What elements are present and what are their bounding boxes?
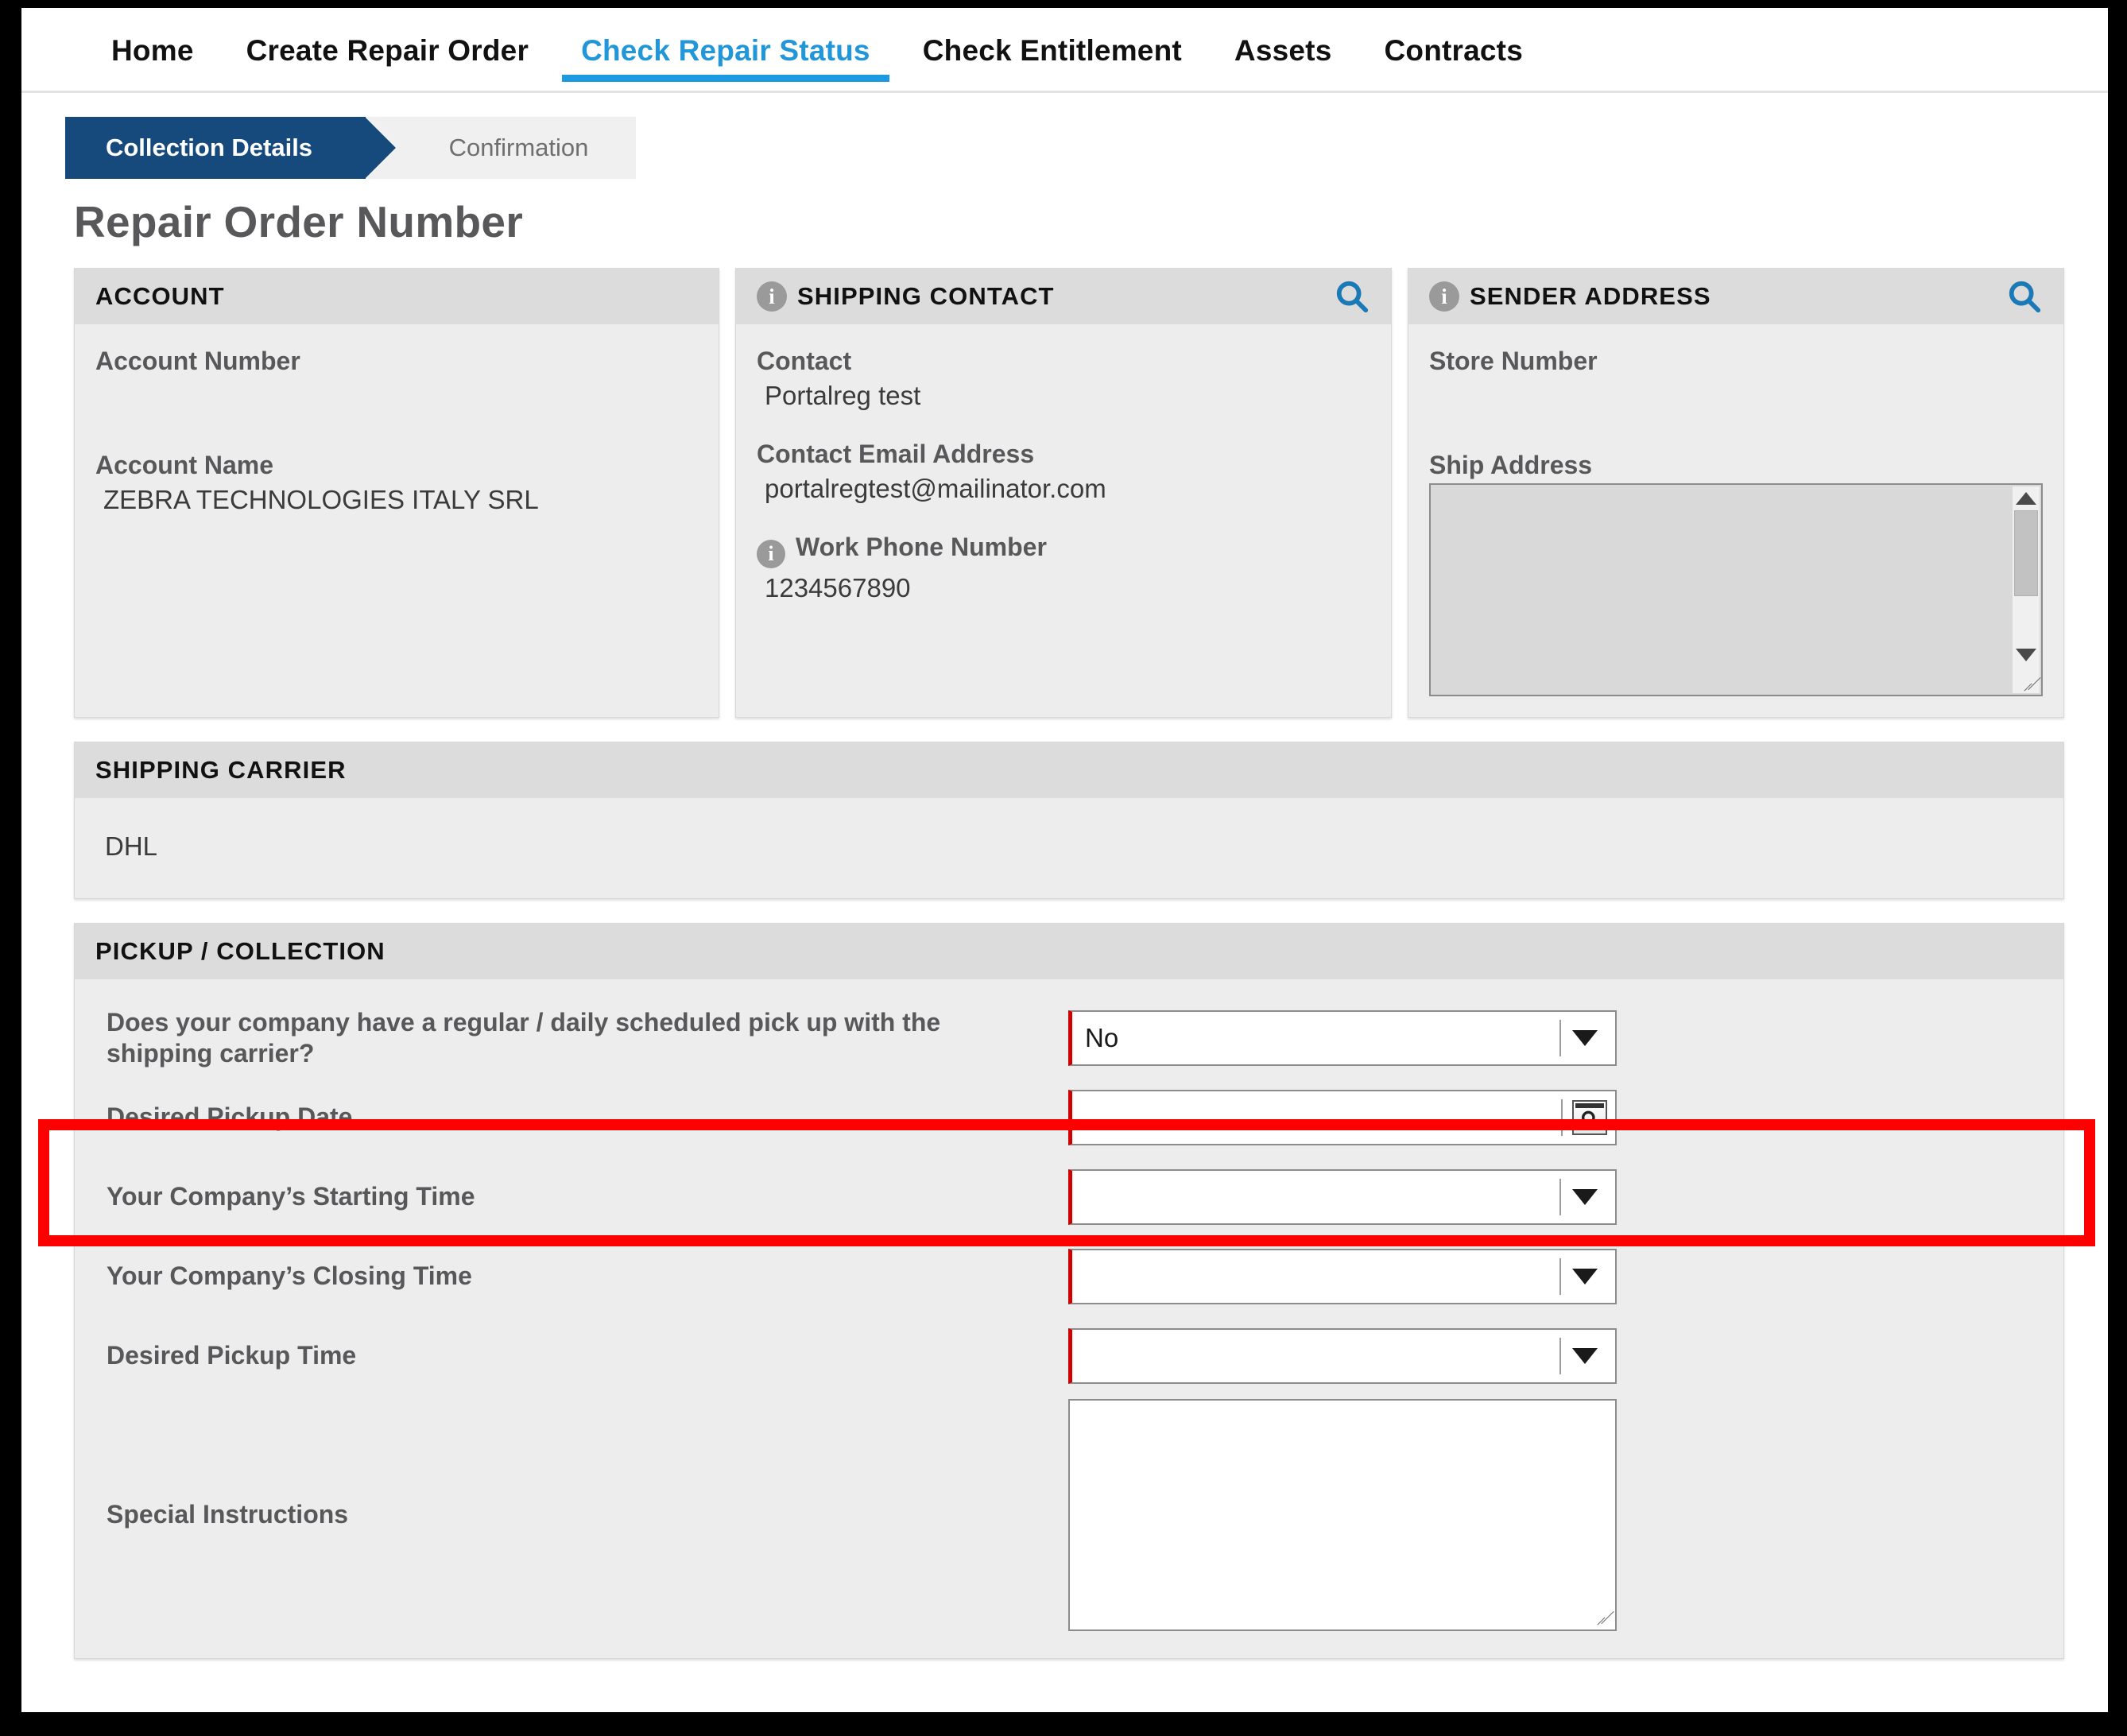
contact-label: Contact — [757, 347, 852, 375]
step-collection-details[interactable]: Collection Details — [65, 117, 396, 179]
row-desired-pickup-time: Desired Pickup Time — [95, 1316, 2043, 1396]
work-phone-label-text: Work Phone Number — [796, 533, 1047, 561]
section-pickup-collection-body: Does your company have a regular / daily… — [75, 979, 2063, 1658]
closing-time-select[interactable] — [1068, 1249, 1617, 1304]
panel-shipping-contact-header: i SHIPPING CONTACT — [736, 269, 1391, 324]
section-shipping-carrier: SHIPPING CARRIER DHL — [74, 742, 2064, 899]
desired-pickup-time-control — [1068, 1328, 2043, 1384]
desired-pickup-time-select[interactable] — [1068, 1328, 1617, 1384]
select-separator — [1559, 1020, 1561, 1056]
select-separator — [1559, 1338, 1561, 1374]
desired-pickup-date-label: Desired Pickup Date — [107, 1102, 353, 1132]
closing-time-control — [1068, 1249, 2043, 1304]
section-pickup-collection-title: PICKUP / COLLECTION — [95, 937, 385, 965]
search-icon[interactable] — [2006, 278, 2043, 315]
nav-item-check-entitlement[interactable]: Check Entitlement — [897, 8, 1208, 91]
input-separator — [1561, 1099, 1563, 1136]
scrollbar-thumb[interactable] — [2014, 510, 2038, 596]
step-confirmation[interactable]: Confirmation — [366, 117, 636, 179]
panel-sender-address-title: SENDER ADDRESS — [1470, 282, 1711, 310]
select-separator — [1559, 1179, 1561, 1215]
panel-account: ACCOUNT Account Number Account Name ZEBR… — [74, 268, 719, 718]
scroll-up-arrow-icon[interactable] — [2016, 492, 2036, 505]
row-closing-time: Your Company’s Closing Time — [95, 1237, 2043, 1316]
closing-time-label: Your Company’s Closing Time — [107, 1261, 472, 1291]
desired-pickup-date-input[interactable] — [1068, 1090, 1617, 1145]
chevron-down-icon[interactable] — [1572, 1189, 1598, 1205]
main-navigation: Home Create Repair Order Check Repair St… — [21, 8, 2108, 93]
search-icon[interactable] — [1334, 278, 1370, 315]
panel-sender-address-body: Store Number Ship Address — [1408, 324, 2063, 717]
nav-item-create-repair-order[interactable]: Create Repair Order — [220, 8, 555, 91]
step-confirmation-label: Confirmation — [448, 134, 589, 161]
contact-email-value: portalregtest@mailinator.com — [765, 474, 1106, 503]
nav-item-check-repair-status[interactable]: Check Repair Status — [555, 8, 897, 91]
nav-item-contracts[interactable]: Contracts — [1358, 8, 1549, 91]
resize-handle-icon[interactable] — [1592, 1608, 1611, 1627]
screenshot-frame: Home Create Repair Order Check Repair St… — [0, 0, 2127, 1736]
scheduled-pickup-label: Does your company have a regular / daily… — [107, 1007, 941, 1068]
row-desired-pickup-date: Desired Pickup Date — [95, 1078, 2043, 1157]
work-phone-label: i Work Phone Number — [757, 533, 1370, 568]
section-pickup-collection: PICKUP / COLLECTION Does your company ha… — [74, 923, 2064, 1659]
panel-account-body: Account Number Account Name ZEBRA TECHNO… — [75, 324, 719, 652]
special-instructions-textarea[interactable] — [1068, 1399, 1617, 1631]
row-special-instructions: Special Instructions — [95, 1396, 2043, 1634]
resize-handle-icon[interactable] — [2019, 674, 2038, 693]
store-number-value — [1437, 381, 2043, 413]
account-name-value: ZEBRA TECHNOLOGIES ITALY SRL — [103, 485, 539, 514]
step-collection-details-label: Collection Details — [105, 134, 313, 161]
section-pickup-collection-header: PICKUP / COLLECTION — [75, 924, 2063, 979]
scroll-down-arrow-icon[interactable] — [2016, 649, 2036, 661]
scheduled-pickup-select[interactable]: No — [1068, 1010, 1617, 1066]
starting-time-label: Your Company’s Starting Time — [107, 1182, 475, 1211]
info-icon: i — [757, 540, 785, 568]
row-scheduled-pickup: Does your company have a regular / daily… — [95, 998, 2043, 1078]
chevron-down-icon[interactable] — [1572, 1269, 1598, 1285]
chevron-down-icon[interactable] — [1572, 1348, 1598, 1364]
account-number-value — [103, 381, 698, 413]
info-icon: i — [1429, 281, 1459, 312]
scheduled-pickup-value: No — [1085, 1023, 1119, 1052]
info-icon: i — [757, 281, 787, 312]
contact-value: Portalreg test — [765, 381, 921, 410]
work-phone-value: 1234567890 — [765, 573, 911, 603]
ship-address-scrollbar[interactable] — [2013, 486, 2040, 693]
scheduled-pickup-control: No — [1068, 1010, 2043, 1066]
account-name-label: Account Name — [95, 451, 274, 479]
store-number-label: Store Number — [1429, 347, 1598, 375]
panel-shipping-contact: i SHIPPING CONTACT Contact Portalreg tes… — [735, 268, 1392, 718]
starting-time-control — [1068, 1169, 2043, 1225]
panel-sender-address: i SENDER ADDRESS Store Number Ship Addre… — [1408, 268, 2064, 718]
select-separator — [1559, 1258, 1561, 1295]
browser-page: Home Create Repair Order Check Repair St… — [21, 8, 2108, 1712]
row-starting-time: Your Company’s Starting Time — [95, 1157, 2043, 1237]
account-number-label: Account Number — [95, 347, 300, 375]
special-instructions-control — [1068, 1399, 2043, 1631]
page-title: Repair Order Number — [74, 197, 524, 246]
nav-item-assets[interactable]: Assets — [1208, 8, 1358, 91]
contact-email-label: Contact Email Address — [757, 440, 1035, 468]
detail-panels: ACCOUNT Account Number Account Name ZEBR… — [74, 268, 2064, 718]
section-shipping-carrier-title: SHIPPING CARRIER — [95, 756, 347, 784]
chevron-down-icon[interactable] — [1572, 1030, 1598, 1046]
section-shipping-carrier-header: SHIPPING CARRIER — [75, 742, 2063, 798]
special-instructions-label: Special Instructions — [107, 1500, 349, 1529]
panel-account-title: ACCOUNT — [95, 282, 225, 310]
panel-sender-address-header: i SENDER ADDRESS — [1408, 269, 2063, 324]
shipping-carrier-value: DHL — [105, 831, 158, 861]
step-breadcrumb: Collection Details Confirmation — [65, 117, 645, 179]
nav-item-home[interactable]: Home — [85, 8, 220, 91]
desired-pickup-time-label: Desired Pickup Time — [107, 1341, 357, 1370]
starting-time-select[interactable] — [1068, 1169, 1617, 1225]
desired-pickup-date-control — [1068, 1090, 2043, 1145]
panel-account-header: ACCOUNT — [75, 269, 719, 324]
ship-address-textarea[interactable] — [1429, 483, 2043, 696]
panel-shipping-contact-title: SHIPPING CONTACT — [797, 282, 1055, 310]
section-shipping-carrier-body: DHL — [75, 798, 2063, 898]
ship-address-label: Ship Address — [1429, 451, 1593, 479]
panel-shipping-contact-body: Contact Portalreg test Contact Email Add… — [736, 324, 1391, 664]
date-picker-icon[interactable] — [1572, 1100, 1607, 1135]
